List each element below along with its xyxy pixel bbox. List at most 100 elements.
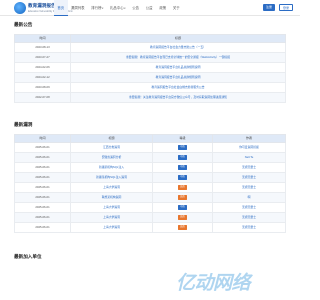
level-cell: 高危 xyxy=(152,211,213,223)
row-date: 2025-06-01 xyxy=(14,181,71,193)
table-row: 2022-07-08 重要提醒！关注教育漏洞报告平台官方微信公众号，及时获取漏洞处… xyxy=(14,91,286,103)
units-title: 最新加入单位 xyxy=(14,254,42,259)
top-navbar: 教育漏洞报告平台 Education Vulnerability Reporti… xyxy=(0,0,300,16)
table-row: 2024-02-12 教育漏洞报告平台礼品兑换规则说明 xyxy=(14,71,286,83)
row-date: 2025-06-01 xyxy=(14,191,71,203)
table-row: 2023-07-27 重要提醒！教育漏洞报告平台现已支持全球统一的安全通报（Web… xyxy=(14,51,286,63)
level-cell: 中危 xyxy=(152,201,213,213)
row-date: 2025-06-01 xyxy=(14,151,71,163)
vuln-link[interactable]: 新疆某机构SQL注入漏洞 xyxy=(70,171,153,183)
row-date: 2024-02-12 xyxy=(14,71,71,83)
main-nav: 首页 漏洞列表 排行榜▾ 礼品中心▾ 公告 公益 政策 关于 xyxy=(54,0,183,16)
vulns-title: 最新漏洞 xyxy=(14,122,33,127)
nav-item[interactable]: 公告 xyxy=(129,0,143,16)
level-badge: 高危 xyxy=(178,185,187,190)
table-row: 2025-06-01 上海大学漏洞 高危 无视天量士 xyxy=(14,221,286,233)
table-header-row: 时间 标题 等级 作者 xyxy=(14,134,286,143)
row-date: 2022-07-08 xyxy=(14,91,71,103)
level-cell: 中危 xyxy=(152,151,213,163)
row-date: 2025-06-01 xyxy=(14,221,71,233)
announcement-link[interactable]: 重要提醒！教育漏洞报告平台现已支持全球统一的安全通报（WebActivity）一… xyxy=(70,51,286,63)
announcement-link[interactable]: 重要提醒！关注教育漏洞报告平台官方微信公众号，及时获取漏洞处理进展通知 xyxy=(70,91,286,103)
announcement-link[interactable]: 教育漏洞报告平台礼品兑换规则说明 xyxy=(70,71,286,83)
nav-item-label: 关于 xyxy=(172,6,180,10)
table-row: 2025-06-01 新疆某机构SQL注入 中危 无视天量士 xyxy=(14,161,286,173)
level-cell: 高危 xyxy=(152,191,213,203)
table-row: 2023-08-09 教育漏洞报告平台社会白帽志愿者服务公告 xyxy=(14,81,286,93)
row-date: 2025-06-01 xyxy=(14,201,71,213)
author-link[interactable]: 啊 xyxy=(212,191,286,203)
nav-item[interactable]: 礼品中心▾ xyxy=(107,0,129,16)
row-date: 2025-06-01 xyxy=(14,161,71,173)
author-link[interactable]: 无视天量士 xyxy=(212,161,286,173)
row-date: 2024-02-06 xyxy=(14,61,71,73)
author-link[interactable]: 你可爱漏洞挖掘 xyxy=(212,141,286,153)
announcement-link[interactable]: 教育漏洞报告平台社会力量志愿公告（一五） xyxy=(70,41,286,53)
table-row: 2025-06-01 上海大学漏洞 高危 无视天量士 xyxy=(14,211,286,223)
table-header-row: 时间 标题 xyxy=(14,34,286,43)
vuln-link[interactable]: 江西分类漏洞 xyxy=(70,141,153,153)
column-header-title: 标题 xyxy=(70,34,286,43)
level-badge: 高危 xyxy=(178,215,187,220)
column-header-title: 标题 xyxy=(70,134,153,143)
nav-item[interactable]: 关于 xyxy=(169,0,183,16)
announcement-link[interactable]: 教育漏洞报告平台社会白帽志愿者服务公告 xyxy=(70,81,286,93)
level-cell: 中危 xyxy=(152,171,213,183)
table-row: 2025-06-01 上海大学漏洞 中危 无视天量士 xyxy=(14,201,286,213)
level-badge: 中危 xyxy=(178,165,187,170)
level-badge: 中危 xyxy=(178,155,187,160)
level-badge: 中危 xyxy=(178,145,187,150)
column-header-date: 时间 xyxy=(14,34,71,43)
nav-item[interactable]: 政策 xyxy=(156,0,170,16)
vuln-link[interactable]: 上海大学漏洞 xyxy=(70,221,153,233)
level-badge: 中危 xyxy=(178,205,187,210)
author-link[interactable]: 无视天量士 xyxy=(212,221,286,233)
row-date: 2025-06-01 xyxy=(14,141,71,153)
vulns-table: 时间 标题 等级 作者 2025-06-01 江西分类漏洞 中危 你可爱漏洞挖掘 202… xyxy=(14,134,286,233)
nav-item-label: 政策 xyxy=(159,6,167,10)
column-header-level: 等级 xyxy=(152,134,213,143)
table-row: 2025-06-01 安徽省漏洞分析 中危 NeCTe xyxy=(14,151,286,163)
column-header-date: 时间 xyxy=(14,134,71,143)
announcements-title: 最新公告 xyxy=(14,22,33,27)
table-row: 2025-06-01 联想某机构漏洞 高危 啊 xyxy=(14,191,286,203)
nav-item-label: 礼品中心 xyxy=(110,6,124,10)
column-header-author: 作者 xyxy=(212,134,286,143)
level-cell: 高危 xyxy=(152,181,213,193)
row-date: 2025-06-01 xyxy=(14,211,71,223)
announcement-link[interactable]: 教育漏洞报告平台礼品兑换规则说明 xyxy=(70,61,286,73)
vuln-link[interactable]: 新疆某机构SQL注入 xyxy=(70,161,153,173)
row-date: 2023-07-27 xyxy=(14,51,71,63)
register-button[interactable]: 注册 xyxy=(263,4,276,11)
nav-item-label: 排行榜 xyxy=(91,6,102,10)
vuln-link[interactable]: 上海大学漏洞 xyxy=(70,211,153,223)
level-cell: 中危 xyxy=(152,161,213,173)
vuln-link[interactable]: 上海大学漏洞 xyxy=(70,181,153,193)
level-cell: 中危 xyxy=(152,141,213,153)
author-link[interactable]: 无视天量士 xyxy=(212,171,286,183)
nav-item[interactable]: 漏洞列表 xyxy=(68,0,88,16)
author-link[interactable]: NeCTe xyxy=(212,151,286,163)
vuln-link[interactable]: 联想某机构漏洞 xyxy=(70,191,153,203)
chevron-down-icon: ▾ xyxy=(124,7,126,10)
nav-item[interactable]: 公益 xyxy=(142,0,156,16)
row-date: 2023-08-09 xyxy=(14,81,71,93)
login-button[interactable]: 登录 xyxy=(279,4,294,11)
level-badge: 高危 xyxy=(178,225,187,230)
platform-logo-icon[interactable] xyxy=(14,2,26,14)
table-row: 2025-06-01 新疆某机构SQL注入漏洞 中危 无视天量士 xyxy=(14,171,286,183)
author-link[interactable]: 无视天量士 xyxy=(212,211,286,223)
vuln-link[interactable]: 安徽省漏洞分析 xyxy=(70,151,153,163)
level-badge: 高危 xyxy=(178,195,187,200)
nav-item-label: 公益 xyxy=(145,6,153,10)
nav-item[interactable]: 排行榜▾ xyxy=(88,0,107,16)
author-link[interactable]: 无视天量士 xyxy=(212,201,286,213)
author-link[interactable]: 无视天量士 xyxy=(212,181,286,193)
table-row: 2025-06-01 江西分类漏洞 中危 你可爱漏洞挖掘 xyxy=(14,141,286,153)
watermark-logo: 亿动网络 xyxy=(176,273,251,294)
vuln-link[interactable]: 上海大学漏洞 xyxy=(70,201,153,213)
nav-item[interactable]: 首页 xyxy=(54,0,68,16)
table-row: 2023-08-13 教育漏洞报告平台社会力量志愿公告（一五） xyxy=(14,41,286,53)
nav-item-label: 漏洞列表 xyxy=(70,6,85,10)
announcements-table: 时间 标题 2023-08-13 教育漏洞报告平台社会力量志愿公告（一五） 2023… xyxy=(14,34,286,103)
